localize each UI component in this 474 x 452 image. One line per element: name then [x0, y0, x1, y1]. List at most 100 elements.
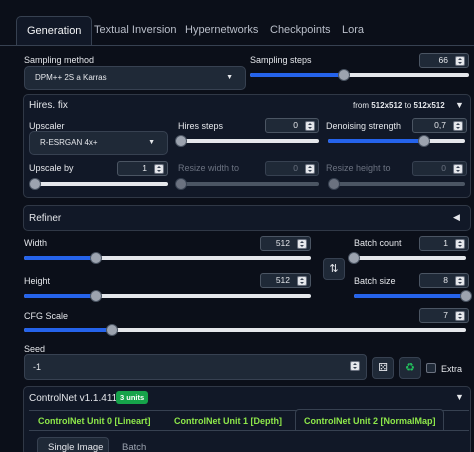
- height-value: 512: [275, 275, 290, 285]
- to-size: 512x512: [413, 101, 445, 110]
- upscaler-dropdown[interactable]: R-ESRGAN 4x+ ▼: [29, 131, 168, 155]
- slider-thumb[interactable]: [89, 290, 102, 302]
- slider-thumb[interactable]: [338, 69, 351, 81]
- collapse-icon[interactable]: ▼: [455, 100, 464, 110]
- upscale-by-slider[interactable]: [29, 178, 168, 190]
- tab-controlnet-unit-0[interactable]: ControlNet Unit 0 [Lineart]: [38, 416, 151, 426]
- cfg-scale-input[interactable]: 7: [419, 308, 469, 323]
- slider-fill: [250, 73, 345, 77]
- resize-width-input[interactable]: 0: [265, 161, 319, 176]
- slider-thumb[interactable]: [175, 135, 187, 147]
- from-prefix: from: [353, 101, 369, 110]
- tab-textual-inversion[interactable]: Textual Inversion: [84, 16, 187, 46]
- resize-height-slider[interactable]: [328, 178, 465, 190]
- swap-dimensions-button[interactable]: ⇅: [323, 258, 345, 280]
- batch-count-label: Batch count: [354, 238, 402, 248]
- batch-size-slider[interactable]: [354, 290, 472, 302]
- sampling-steps-slider[interactable]: [250, 69, 469, 81]
- slider-thumb[interactable]: [348, 252, 360, 264]
- upscale-by-input[interactable]: 1: [117, 161, 168, 176]
- dice-icon: ⚄: [378, 362, 388, 374]
- reuse-seed-button[interactable]: ♻: [399, 357, 421, 379]
- slider-fill: [328, 139, 424, 143]
- slider-thumb[interactable]: [328, 178, 340, 190]
- resize-height-input[interactable]: 0: [412, 161, 467, 176]
- slider-fill: [24, 294, 96, 298]
- stepper-icon[interactable]: [305, 164, 315, 174]
- width-input[interactable]: 512: [260, 236, 311, 251]
- seed-input[interactable]: -1: [24, 354, 367, 380]
- seed-label: Seed: [24, 344, 46, 354]
- slider-thumb[interactable]: [89, 252, 102, 264]
- batch-count-value: 1: [443, 238, 448, 248]
- stepper-icon[interactable]: [455, 56, 465, 66]
- recycle-icon: ♻: [405, 362, 415, 374]
- seed-value: -1: [33, 362, 42, 372]
- height-slider[interactable]: [24, 290, 311, 302]
- batch-size-value: 8: [443, 275, 448, 285]
- swap-icon: ⇅: [329, 263, 339, 275]
- sampling-method-value: DPM++ 2S a Karras: [35, 73, 107, 82]
- sampling-steps-input[interactable]: 66: [419, 53, 469, 68]
- tab-controlnet-unit-1[interactable]: ControlNet Unit 1 [Depth]: [174, 416, 282, 426]
- random-seed-button[interactable]: ⚄: [372, 357, 394, 379]
- slider-thumb[interactable]: [460, 290, 472, 302]
- tab-single-image[interactable]: Single Image: [48, 442, 103, 452]
- stepper-icon[interactable]: [350, 361, 360, 371]
- upscale-by-label: Upscale by: [29, 163, 74, 173]
- tab-hypernetworks[interactable]: Hypernetworks: [175, 16, 268, 46]
- refiner-panel[interactable]: [23, 205, 471, 231]
- extra-label: Extra: [441, 364, 463, 374]
- height-input[interactable]: 512: [260, 273, 311, 288]
- collapse-icon[interactable]: ▼: [455, 392, 464, 402]
- batch-count-input[interactable]: 1: [419, 236, 469, 251]
- tab-checkpoints[interactable]: Checkpoints: [260, 16, 341, 46]
- denoising-strength-input[interactable]: 0,7: [412, 118, 467, 133]
- slider-thumb[interactable]: [106, 324, 119, 336]
- to-prefix: to: [404, 101, 412, 110]
- resize-width-value: 0: [293, 163, 298, 173]
- cfg-scale-slider[interactable]: [24, 324, 466, 336]
- stepper-icon[interactable]: [455, 276, 465, 286]
- batch-size-input[interactable]: 8: [419, 273, 469, 288]
- slider-thumb[interactable]: [417, 135, 430, 147]
- slider-fill: [24, 256, 96, 260]
- stepper-icon[interactable]: [455, 311, 465, 321]
- stepper-icon[interactable]: [453, 164, 463, 174]
- sampling-method-label: Sampling method: [24, 55, 95, 65]
- hires-from-to: from 512x512 to 512x512: [353, 101, 445, 110]
- slider-thumb[interactable]: [175, 178, 187, 190]
- tab-bar: Generation Textual Inversion Hypernetwor…: [0, 0, 474, 46]
- stepper-icon[interactable]: [453, 121, 463, 131]
- hires-steps-slider[interactable]: [175, 135, 319, 147]
- cfg-scale-value: 7: [443, 310, 448, 320]
- unit-tabs-divider: [29, 430, 469, 431]
- width-label: Width: [24, 238, 48, 248]
- slider-thumb[interactable]: [29, 178, 41, 190]
- extra-checkbox[interactable]: [426, 363, 436, 373]
- tab-generation[interactable]: Generation: [16, 16, 93, 46]
- stepper-icon[interactable]: [297, 276, 307, 286]
- upscale-by-value: 1: [142, 163, 147, 173]
- tab-controlnet-unit-2[interactable]: ControlNet Unit 2 [NormalMap]: [304, 416, 436, 426]
- resize-width-slider[interactable]: [175, 178, 319, 190]
- batch-count-slider[interactable]: [348, 252, 466, 264]
- width-slider[interactable]: [24, 252, 311, 264]
- from-size: 512x512: [371, 101, 403, 110]
- refiner-title: Refiner: [29, 213, 62, 224]
- stepper-icon[interactable]: [154, 164, 164, 174]
- resize-width-label: Resize width to: [178, 163, 240, 173]
- hires-steps-label: Hires steps: [178, 121, 224, 131]
- hires-steps-input[interactable]: 0: [265, 118, 319, 133]
- resize-height-value: 0: [441, 163, 446, 173]
- stepper-icon[interactable]: [305, 121, 315, 131]
- tab-lora[interactable]: Lora: [332, 16, 374, 46]
- stepper-icon[interactable]: [455, 239, 465, 249]
- slider-fill: [354, 294, 466, 298]
- expand-icon[interactable]: ◀: [453, 212, 460, 223]
- denoising-strength-slider[interactable]: [328, 135, 465, 147]
- stepper-icon[interactable]: [297, 239, 307, 249]
- batch-size-label: Batch size: [354, 276, 396, 286]
- sampling-method-dropdown[interactable]: DPM++ 2S a Karras ▼: [24, 66, 246, 90]
- tab-batch[interactable]: Batch: [122, 442, 146, 452]
